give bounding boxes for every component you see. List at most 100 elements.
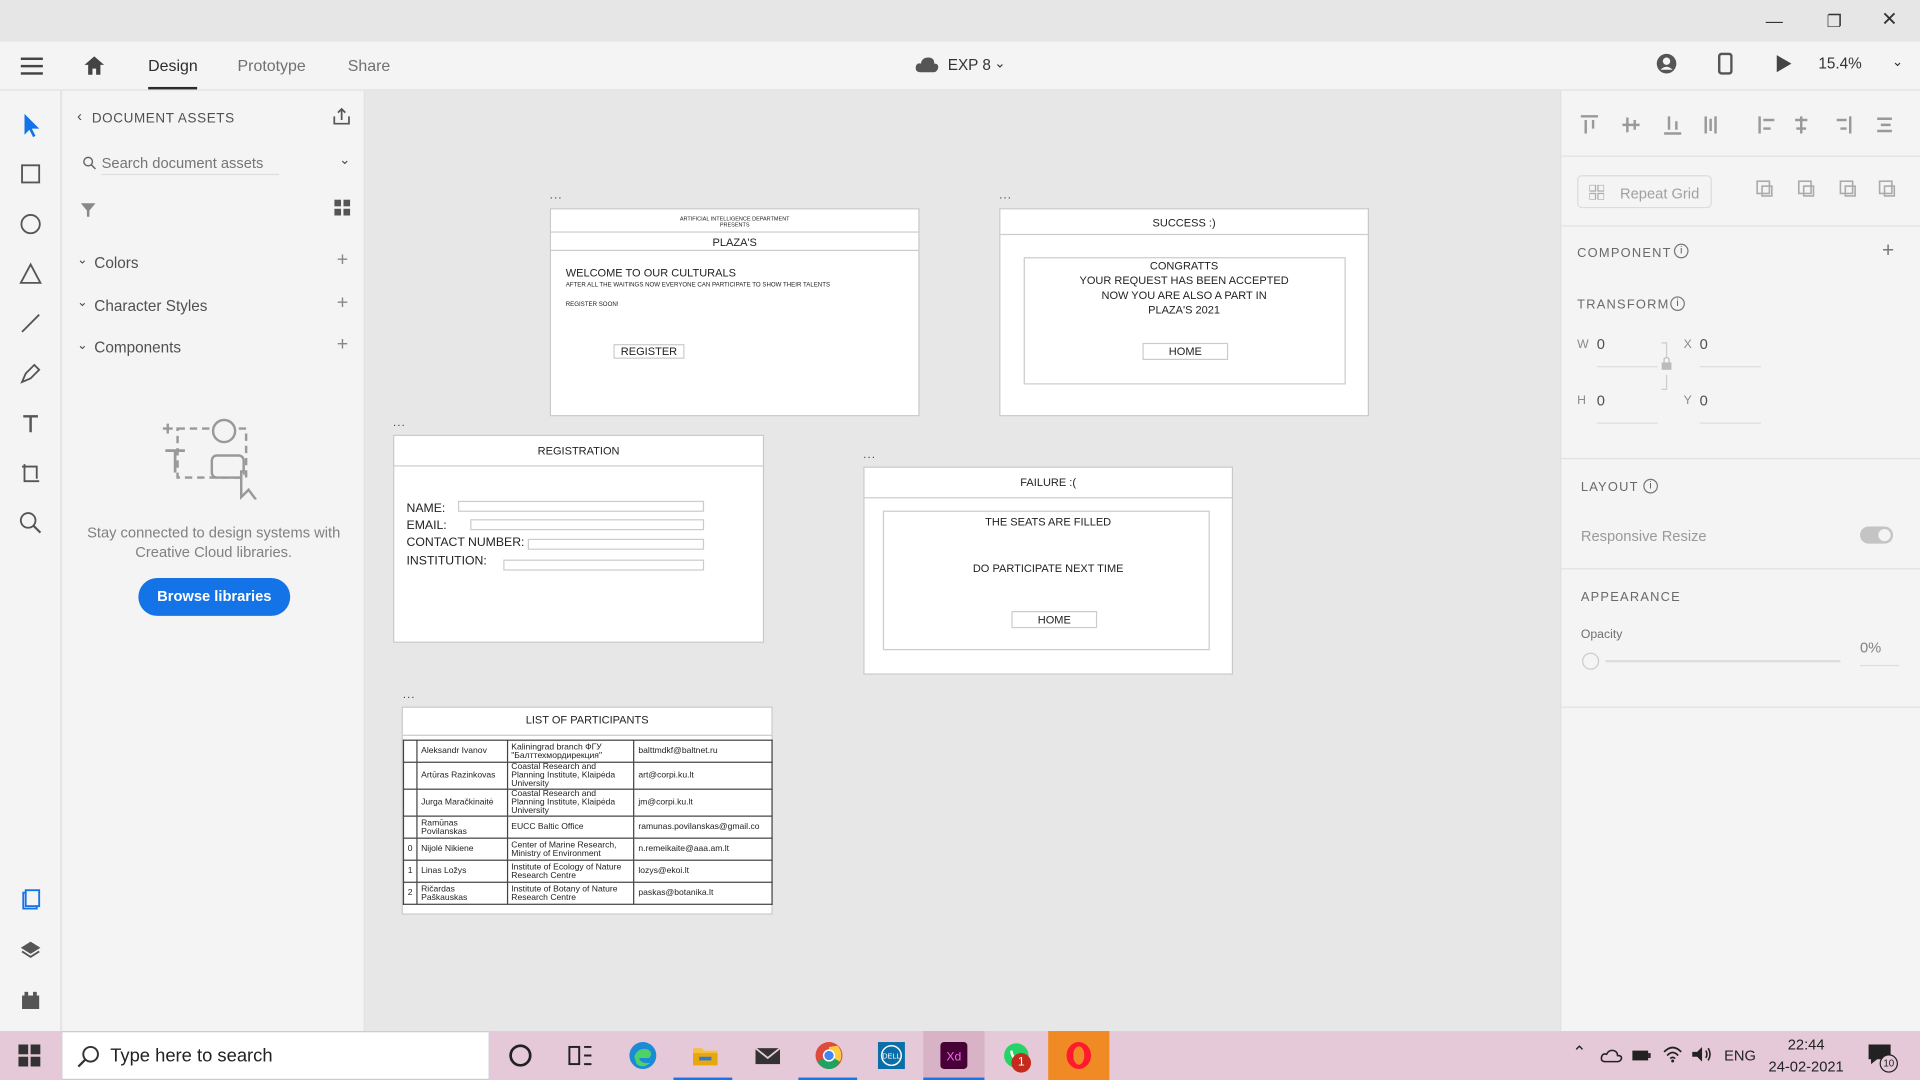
add-color-icon[interactable]: + <box>337 250 348 272</box>
zoom-level[interactable]: 15.4% <box>1818 55 1861 72</box>
grid-view-icon[interactable] <box>334 199 351 216</box>
align-tools-icon[interactable] <box>1578 113 1892 137</box>
email-field[interactable] <box>470 519 705 531</box>
ellipse-tool-icon[interactable] <box>16 209 45 238</box>
mail-icon[interactable] <box>753 1041 782 1070</box>
component-info-icon[interactable]: i <box>1673 243 1689 259</box>
home-icon[interactable] <box>82 54 106 76</box>
filter-icon[interactable] <box>80 202 96 218</box>
layers-icon[interactable] <box>16 936 45 965</box>
windows-start-icon[interactable] <box>18 1044 41 1067</box>
task-view-icon[interactable] <box>566 1041 595 1070</box>
clock-time[interactable]: 22:44 <box>1769 1036 1842 1053</box>
clock-date[interactable]: 24-02-2021 <box>1763 1058 1849 1075</box>
section-character-styles[interactable]: Character Styles <box>94 298 207 315</box>
share-user-icon[interactable] <box>1656 53 1678 75</box>
opera-icon[interactable] <box>1064 1041 1093 1070</box>
x-input[interactable]: 0 <box>1699 336 1761 368</box>
artboard-label[interactable]: ... <box>863 448 876 460</box>
opacity-slider-handle[interactable] <box>1582 652 1600 670</box>
name-field[interactable] <box>457 500 705 512</box>
pen-tool-icon[interactable] <box>16 359 45 388</box>
document-title[interactable]: EXP 8 <box>948 56 991 73</box>
contact-field[interactable] <box>527 538 705 550</box>
artboard-tool-icon[interactable] <box>16 458 45 487</box>
repeat-grid-button[interactable]: Repeat Grid <box>1577 175 1712 209</box>
hamburger-menu-icon[interactable] <box>20 56 43 76</box>
transform-info-icon[interactable]: i <box>1670 296 1685 312</box>
chrome-icon[interactable] <box>814 1041 843 1070</box>
edge-browser-icon[interactable] <box>628 1041 657 1070</box>
artboard-failure[interactable]: FAILURE :( THE SEATS ARE FILLED DO PARTI… <box>863 466 1234 675</box>
lock-aspect-icon[interactable] <box>1659 340 1674 391</box>
back-chevron-icon[interactable]: ‹ <box>77 108 82 125</box>
select-tool-icon[interactable] <box>16 110 45 139</box>
colors-chevron-icon[interactable]: ⌄ <box>77 253 87 266</box>
play-icon[interactable] <box>1776 54 1793 74</box>
cortana-icon[interactable] <box>506 1041 535 1070</box>
dell-app-icon[interactable]: DELL <box>877 1041 906 1070</box>
maximize-button[interactable]: ❐ <box>1820 7 1849 34</box>
artboard-label[interactable]: ... <box>999 189 1012 201</box>
document-assets-icon[interactable] <box>16 885 45 914</box>
components-chevron-icon[interactable]: ⌄ <box>77 339 87 352</box>
register-button[interactable]: REGISTER <box>613 344 685 359</box>
line-tool-icon[interactable] <box>16 309 45 338</box>
polygon-tool-icon[interactable] <box>16 260 45 289</box>
plugins-icon[interactable] <box>16 986 45 1015</box>
failure-title: FAILURE :( <box>1020 476 1077 489</box>
email-label: EMAIL: <box>406 519 447 533</box>
design-canvas[interactable]: ... ARTIFICIAL INTELLIGENCE DEPARTMENT P… <box>364 90 1561 1032</box>
y-input[interactable]: 0 <box>1699 392 1761 424</box>
search-dropdown-icon[interactable]: ⌄ <box>339 152 350 168</box>
onedrive-icon[interactable] <box>1600 1048 1623 1063</box>
layout-info-icon[interactable]: i <box>1643 478 1658 494</box>
tray-chevron-icon[interactable]: ⌃ <box>1572 1042 1586 1063</box>
minimize-button[interactable]: — <box>1760 7 1789 34</box>
zoom-tool-icon[interactable] <box>16 508 45 537</box>
zoom-chevron-icon[interactable]: ⌄ <box>1892 54 1903 70</box>
rectangle-tool-icon[interactable] <box>16 159 45 188</box>
file-explorer-icon[interactable] <box>691 1041 720 1070</box>
failure-home-button[interactable]: HOME <box>1011 611 1098 629</box>
add-character-style-icon[interactable]: + <box>337 293 348 315</box>
artboard-home[interactable]: ARTIFICIAL INTELLIGENCE DEPARTMENT PRESE… <box>549 208 920 417</box>
language-indicator[interactable]: ENG <box>1724 1047 1756 1064</box>
text-tool-icon[interactable] <box>16 409 45 438</box>
institution-field[interactable] <box>503 559 705 571</box>
character-styles-chevron-icon[interactable]: ⌄ <box>77 296 87 309</box>
section-colors[interactable]: Colors <box>94 255 138 272</box>
height-input[interactable]: 0 <box>1596 392 1658 424</box>
mobile-preview-icon[interactable] <box>1717 52 1733 75</box>
add-component-icon[interactable]: + <box>337 334 348 356</box>
table-cell-email: balttmdkf@baltnet.ru <box>633 739 773 763</box>
artboard-label[interactable]: ... <box>403 688 416 700</box>
browse-libraries-button[interactable]: Browse libraries <box>138 577 291 616</box>
responsive-resize-toggle[interactable] <box>1860 526 1894 544</box>
tab-share[interactable]: Share <box>348 56 390 74</box>
add-component-button[interactable]: + <box>1882 239 1894 263</box>
artboard-label[interactable]: ... <box>550 189 563 201</box>
artboard-registration[interactable]: REGISTRATION NAME: EMAIL: CONTACT NUMBER… <box>393 434 765 643</box>
opacity-input[interactable]: 0% <box>1860 639 1900 667</box>
export-icon[interactable] <box>332 107 352 127</box>
boolean-ops-icon[interactable] <box>1752 178 1899 202</box>
tab-prototype[interactable]: Prototype <box>238 56 306 74</box>
adobe-xd-icon[interactable]: Xd <box>939 1041 968 1070</box>
table-cell-email: ramunas.povilanskas@gmail.co <box>633 815 773 839</box>
success-home-button[interactable]: HOME <box>1142 342 1229 361</box>
chevron-down-icon[interactable]: ⌄ <box>994 55 1005 71</box>
section-components[interactable]: Components <box>94 339 181 356</box>
tab-design[interactable]: Design <box>148 56 199 90</box>
taskbar-search-box[interactable]: Type here to search <box>61 1031 490 1080</box>
artboard-success[interactable]: SUCCESS :) CONGRATTS YOUR REQUEST HAS BE… <box>999 208 1369 417</box>
battery-icon[interactable] <box>1632 1048 1652 1063</box>
search-input[interactable] <box>101 150 280 176</box>
close-button[interactable]: ✕ <box>1875 7 1904 34</box>
wifi-icon[interactable] <box>1663 1046 1683 1063</box>
artboard-participants[interactable]: LIST OF PARTICIPANTS Aleksandr Ivanov Kal… <box>401 706 773 915</box>
opacity-slider[interactable] <box>1605 660 1841 663</box>
width-input[interactable]: 0 <box>1596 336 1658 368</box>
artboard-label[interactable]: ... <box>393 416 406 428</box>
volume-icon[interactable] <box>1691 1046 1713 1063</box>
